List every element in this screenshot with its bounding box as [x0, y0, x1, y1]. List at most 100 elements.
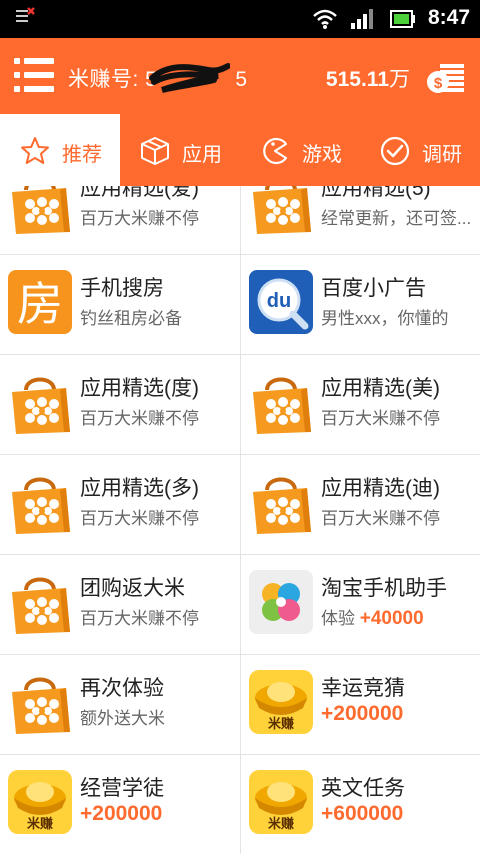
shopping-bag-icon [251, 377, 313, 434]
list-item[interactable]: 应用精选(迪) 百万大米赚不停 [241, 454, 480, 554]
list-item[interactable]: 应用精选(度) 百万大米赚不停 [0, 354, 240, 454]
item-title: 应用精选(多) [80, 477, 199, 500]
item-subtitle: 额外送大米 [80, 709, 165, 728]
reward-amount: +40000 [359, 608, 424, 629]
list-item[interactable]: 米赚 经营学徒 +200000 [0, 754, 240, 854]
item-title: 经营学徒 [80, 777, 164, 800]
list-item[interactable]: 团购返大米 百万大米赚不停 [0, 554, 240, 654]
item-title: 应用精选(爱) [80, 186, 199, 200]
list-item[interactable]: 米赚 英文任务 +600000 [241, 754, 480, 854]
wifi-icon [313, 9, 337, 29]
tab-label: 推荐 [62, 144, 102, 166]
item-title: 幸运竞猜 [321, 677, 405, 700]
list-row: 房 手机搜房 钓丝租房必备 du 百度小广告 男性xxx，你懂的 [0, 254, 480, 355]
tab-label: 游戏 [302, 144, 342, 166]
item-subtitle: 百万大米赚不停 [80, 609, 199, 628]
tab-survey[interactable]: 调研 [360, 114, 480, 186]
item-title: 应用精选(5) [321, 186, 431, 200]
icon-caption: 米赚 [27, 816, 53, 832]
reward-amount: +200000 [321, 702, 404, 725]
status-bar: 8:47 [0, 0, 480, 38]
balance-value: 515.11 [325, 68, 389, 91]
reward-amount: +200000 [80, 802, 163, 825]
box-icon [141, 137, 169, 165]
item-subtitle-prefix: 体验 [321, 609, 360, 628]
list-row: 再次体验 额外送大米 米赚 幸运竞猜 +200000 [0, 654, 480, 755]
gold-ingot-icon: 米赚 [249, 770, 313, 834]
item-subtitle: 体验 +40000 [321, 604, 424, 630]
star-icon [21, 137, 49, 164]
balance-unit: 万 [389, 68, 410, 91]
item-title: 淘宝手机助手 [321, 577, 447, 600]
shopping-bag-icon [251, 477, 313, 534]
item-subtitle: 百万大米赚不停 [80, 409, 199, 428]
tab-label: 调研 [422, 144, 462, 166]
fang-house-icon: 房 [8, 270, 72, 334]
item-subtitle: 百万大米赚不停 [80, 209, 199, 228]
item-title: 应用精选(迪) [321, 477, 440, 500]
item-title: 百度小广告 [321, 277, 426, 300]
account-tail: 5 [235, 68, 248, 91]
list-item[interactable]: 应用精选(多) 百万大米赚不停 [0, 454, 240, 554]
tab-label: 应用 [182, 144, 222, 166]
check-circle-icon [380, 136, 410, 166]
list-row: 应用精选(多) 百万大米赚不停 应用精选(迪) 百万大米赚不停 [0, 454, 480, 555]
account-label: 米赚号: 5 [68, 68, 158, 91]
shopping-bag-icon [10, 186, 72, 234]
list-item[interactable]: 米赚 幸运竞猜 +200000 [241, 654, 480, 754]
shopping-bag-icon [10, 677, 72, 734]
item-title: 再次体验 [80, 677, 164, 700]
item-subtitle: 百万大米赚不停 [80, 509, 199, 528]
item-title: 手机搜房 [80, 277, 164, 300]
gold-ingot-icon: 米赚 [8, 770, 72, 834]
shopping-bag-icon [10, 477, 72, 534]
list-item[interactable]: 应用精选(美) 百万大米赚不停 [241, 354, 480, 454]
list-item[interactable]: du 百度小广告 男性xxx，你懂的 [241, 254, 480, 354]
list-item[interactable]: 应用精选(爱) 百万大米赚不停 [0, 186, 240, 254]
item-title: 应用精选(度) [80, 377, 199, 400]
redaction-scribble [149, 63, 230, 93]
shopping-bag-icon [10, 377, 72, 434]
app-grid: 应用精选(爱) 百万大米赚不停 应用精选(5) 经常更新，还可签... 房 手机… [0, 186, 480, 854]
tab-recommend[interactable]: 推荐 [0, 114, 120, 186]
menu-icon[interactable] [14, 58, 54, 94]
shopping-bag-icon [10, 577, 72, 634]
icon-caption: 米赚 [268, 816, 294, 832]
item-subtitle: 百万大米赚不停 [321, 509, 440, 528]
battery-icon [390, 10, 415, 28]
list-item[interactable]: 再次体验 额外送大米 [0, 654, 240, 754]
svg-text:du: du [267, 290, 291, 312]
balance: 515.11万 [326, 63, 410, 93]
app-header: 米赚号: 5 5 515.11万 $ [0, 38, 480, 114]
pacman-icon [263, 137, 288, 165]
signal-icon [351, 9, 373, 29]
svg-text:$: $ [434, 75, 443, 92]
item-subtitle: 钓丝租房必备 [80, 309, 182, 328]
list-item[interactable]: 应用精选(5) 经常更新，还可签... [241, 186, 480, 254]
reward-amount: +600000 [321, 802, 404, 825]
item-title: 团购返大米 [80, 577, 185, 600]
item-subtitle: 百万大米赚不停 [321, 409, 440, 428]
svg-text:房: 房 [17, 277, 63, 331]
item-title: 应用精选(美) [321, 377, 440, 400]
item-subtitle: 经常更新，还可签... [321, 209, 472, 228]
taobao-clover-icon [249, 570, 313, 634]
item-subtitle: 男性xxx，你懂的 [321, 309, 449, 328]
tab-apps[interactable]: 应用 [120, 114, 240, 186]
list-item[interactable]: 淘宝手机助手 体验 +40000 [241, 554, 480, 654]
list-row: 米赚 经营学徒 +200000 米赚 英文任务 +600000 [0, 754, 480, 854]
list-row: 应用精选(度) 百万大米赚不停 应用精选(美) 百万大米赚不停 [0, 354, 480, 455]
item-title: 英文任务 [321, 777, 405, 800]
clock: 8:47 [427, 6, 470, 29]
category-tabs: 推荐 应用 游戏 调研 [0, 114, 480, 186]
baidu-du-icon: du [249, 270, 313, 334]
gold-ingot-icon: 米赚 [249, 670, 313, 734]
tab-games[interactable]: 游戏 [240, 114, 360, 186]
list-row: 应用精选(爱) 百万大米赚不停 应用精选(5) 经常更新，还可签... [0, 186, 480, 255]
icon-caption: 米赚 [268, 716, 294, 732]
notification-icon [16, 7, 35, 22]
shopping-bag-icon [251, 186, 313, 234]
coin-stack-icon[interactable]: $ [426, 60, 466, 94]
list-item[interactable]: 房 手机搜房 钓丝租房必备 [0, 254, 240, 354]
list-row: 团购返大米 百万大米赚不停 淘宝手机助手 体验 +40000 [0, 554, 480, 655]
